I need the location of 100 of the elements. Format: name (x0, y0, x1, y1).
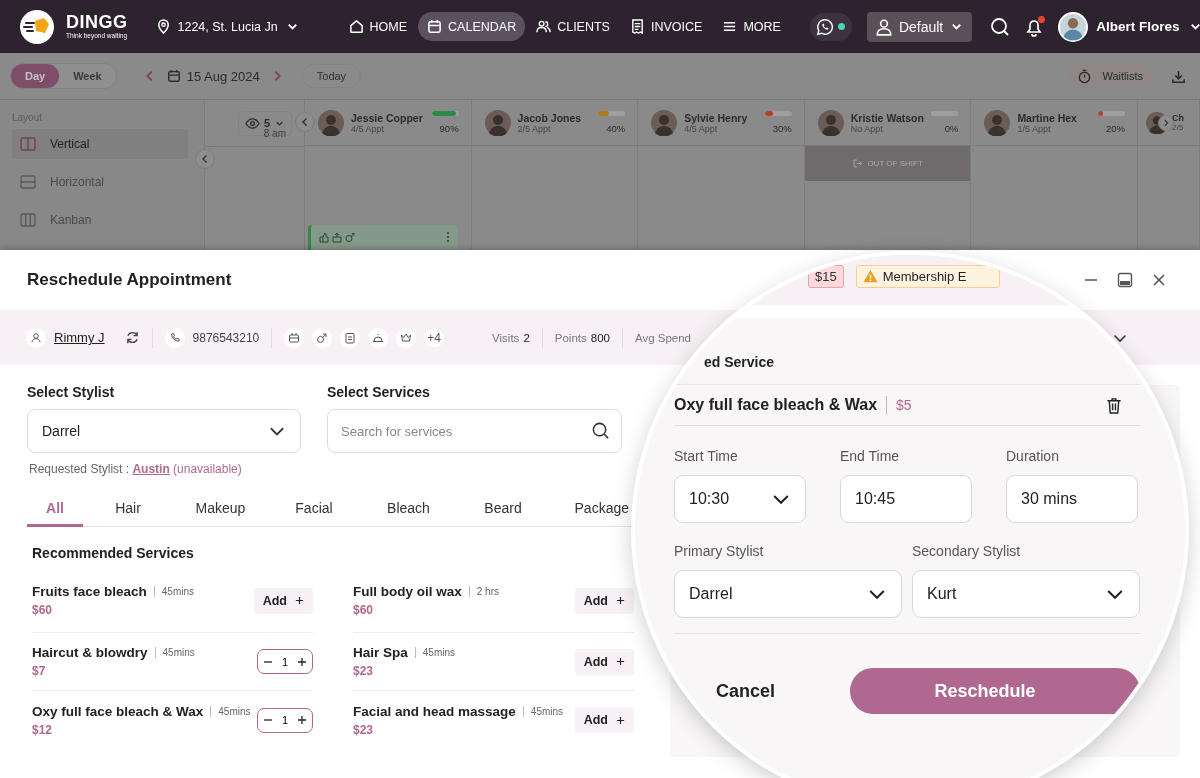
category-tab[interactable]: All (27, 500, 83, 527)
service-duration: 45mins (153, 586, 195, 597)
plus-icon[interactable] (297, 656, 307, 667)
view-tab[interactable]: Week (59, 64, 116, 88)
requested-stylist-link[interactable]: Austin (132, 462, 170, 476)
nav-item[interactable]: CALENDAR (418, 12, 526, 41)
field-label: End Time (840, 448, 901, 464)
calendar-icon (427, 19, 443, 34)
more-options-icon[interactable] (445, 231, 450, 243)
selected-service-price: $5 (895, 397, 912, 413)
location-selector[interactable]: 1224, St. Lucia Jn (155, 19, 300, 34)
client-stat: Points 800 (554, 331, 610, 344)
plus-icon[interactable] (297, 715, 307, 725)
primary-stylist-select[interactable]: Darrel (674, 570, 902, 618)
utilization-percent: 20% (1105, 123, 1125, 134)
calendar-icon (166, 69, 181, 83)
search-icon (591, 421, 610, 440)
add-button[interactable]: Add (574, 707, 634, 733)
service-name: Haircut & blowdry (32, 645, 148, 660)
whatsapp-toggle[interactable] (809, 12, 852, 41)
view-tab[interactable]: Day (11, 64, 60, 88)
columns-icon (20, 137, 36, 151)
client-stat: Visits 2 (492, 331, 530, 344)
status-badge: $15 (808, 265, 844, 288)
service-name: Facial and head massage (353, 703, 516, 719)
category-tab[interactable]: Bleach (360, 500, 457, 527)
requested-stylist-note: Requested Stylist : Austin (unavailable) (29, 462, 243, 476)
warning-icon (862, 269, 878, 284)
selected-service-name: Oxy full face bleach & Wax (674, 396, 888, 414)
nav-item[interactable]: MORE (713, 12, 790, 41)
download-icon[interactable] (1171, 68, 1186, 84)
rows-icon (20, 175, 36, 189)
service-name: Oxy full face bleach & Wax (32, 703, 204, 719)
category-tab[interactable]: Beard (457, 500, 549, 527)
plus-icon (616, 657, 625, 666)
user-avatar-icon[interactable] (1058, 11, 1089, 42)
service-price: $60 (32, 603, 54, 617)
nav-item[interactable]: HOME (339, 12, 417, 41)
waitlists-button[interactable]: Waitlists (1067, 63, 1153, 89)
category-tab[interactable]: Facial (268, 500, 360, 527)
appointment-count: 2/5 (1171, 123, 1184, 132)
brand-name: DINGG (66, 13, 128, 32)
nav-item[interactable]: INVOICE (620, 12, 712, 41)
service-price: $12 (32, 722, 54, 737)
location-pin-icon (155, 19, 171, 34)
menu-icon (722, 19, 738, 34)
dialog-title: Reschedule Appointment (27, 270, 232, 290)
service-price: $23 (353, 664, 375, 678)
appointment-count: 4/5 Appt (351, 123, 386, 134)
upload-icon (332, 231, 342, 243)
delete-icon[interactable] (1106, 396, 1122, 414)
add-button[interactable]: Add (574, 587, 634, 614)
duration-field[interactable]: 30 mins (1006, 475, 1138, 523)
category-tab[interactable]: Makeup (173, 500, 268, 527)
users-icon (536, 19, 552, 34)
stylist-name: Kristie Watson (850, 111, 925, 124)
profile-dropdown[interactable]: Default (866, 11, 973, 42)
service-price: $7 (32, 664, 47, 678)
dock-icon[interactable] (1117, 272, 1133, 288)
refresh-icon[interactable] (124, 330, 140, 345)
section-heading: ed Service (674, 354, 1140, 385)
current-date: 15 Aug 2024 (186, 68, 260, 84)
utilization-bar (1097, 111, 1125, 116)
service-duration: 45mins (154, 647, 195, 658)
field-label: Start Time (674, 448, 739, 464)
layout-option[interactable]: Vertical (12, 129, 188, 159)
service-search-field[interactable]: Search for services (327, 409, 622, 453)
time-label: 8 am (263, 128, 286, 139)
clipboard-icon (340, 327, 361, 348)
thumbs-up-icon (319, 231, 329, 243)
nav-item[interactable]: CLIENTS (527, 12, 619, 41)
category-tab[interactable]: Hair (83, 500, 173, 527)
next-stylists-button[interactable] (1157, 115, 1174, 131)
reschedule-button[interactable]: Reschedule (850, 668, 1140, 714)
search-icon[interactable] (990, 16, 1011, 37)
utilization-bar (598, 111, 626, 116)
plus-icon (616, 715, 625, 725)
cancel-button[interactable]: Cancel (716, 680, 776, 702)
secondary-stylist-select[interactable]: Kurt (912, 570, 1140, 618)
user-icon (874, 17, 893, 36)
close-icon[interactable] (1151, 272, 1167, 288)
avatar-icon (817, 109, 844, 136)
stylist-select[interactable]: Darrel (27, 409, 301, 453)
add-button[interactable]: Add (253, 587, 313, 614)
category-tab[interactable]: Package (549, 500, 629, 527)
user-menu[interactable]: Albert Flores (1096, 19, 1200, 34)
status-badge: Membership E (855, 265, 1000, 288)
end-time-field[interactable]: 10:45 (840, 475, 972, 523)
client-name-link[interactable]: Rimmy J (54, 330, 105, 345)
more-tags-badge[interactable]: +4 (424, 328, 444, 347)
utilization-percent: 0% (944, 123, 959, 134)
service-name: Hair Spa (353, 645, 408, 660)
start-time-select[interactable]: 10:30 (674, 475, 806, 523)
stylist-name: Martine Hex (1017, 111, 1078, 124)
whatsapp-icon (815, 17, 834, 36)
add-button[interactable]: Add (574, 648, 634, 675)
logo-icon (20, 9, 54, 44)
plus-icon (295, 596, 304, 605)
person-icon (26, 327, 46, 348)
card-icon (284, 327, 305, 348)
